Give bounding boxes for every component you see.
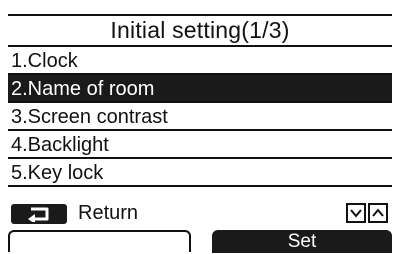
settings-menu: 1.Clock 2.Name of room 3.Screen contrast… bbox=[8, 47, 392, 187]
remote-controller-screen: Initial setting(1/3) 1.Clock 2.Name of r… bbox=[0, 0, 393, 253]
menu-item-backlight[interactable]: 4.Backlight bbox=[8, 131, 392, 159]
chevron-up-icon bbox=[372, 208, 384, 217]
menu-item-name-of-room[interactable]: 2.Name of room bbox=[8, 75, 392, 103]
set-softkey[interactable]: Set bbox=[212, 230, 392, 253]
menu-item-screen-contrast[interactable]: 3.Screen contrast bbox=[8, 103, 392, 131]
return-label: Return bbox=[78, 202, 139, 224]
scroll-down-button[interactable] bbox=[346, 203, 366, 223]
return-arrow-icon bbox=[28, 207, 49, 222]
menu-item-clock[interactable]: 1.Clock bbox=[8, 47, 392, 75]
menu-item-key-lock[interactable]: 5.Key lock bbox=[8, 159, 392, 187]
page-title: Initial setting(1/3) bbox=[110, 17, 290, 43]
left-softkey[interactable] bbox=[8, 230, 191, 252]
chevron-down-icon bbox=[350, 209, 362, 218]
return-button[interactable] bbox=[11, 204, 67, 224]
navigation-row: Return bbox=[8, 200, 392, 226]
scroll-buttons bbox=[346, 203, 390, 223]
scroll-up-button[interactable] bbox=[368, 203, 388, 223]
screen-title: Initial setting(1/3) bbox=[8, 14, 392, 47]
